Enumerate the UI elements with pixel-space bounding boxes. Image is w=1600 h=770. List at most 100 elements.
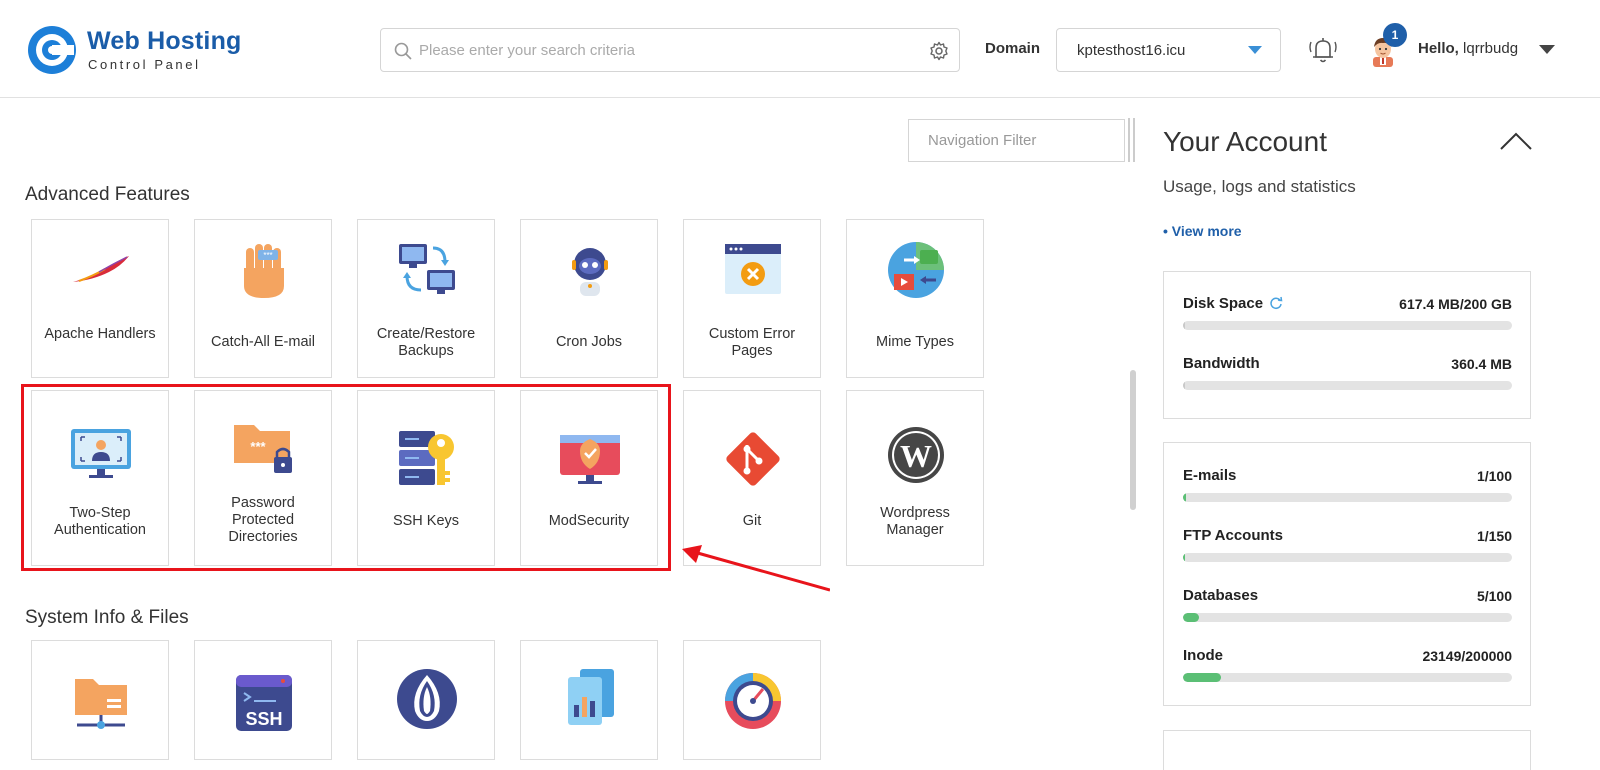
progress-fill xyxy=(1183,553,1186,562)
stat-label: Inode xyxy=(1183,647,1223,664)
progress-fill xyxy=(1183,613,1200,622)
tile-optimize-website[interactable] xyxy=(683,640,821,760)
logo-icon xyxy=(28,26,76,74)
svg-text:***: *** xyxy=(263,251,272,260)
tile-create-restore-backups[interactable]: Create/Restore Backups xyxy=(357,219,495,378)
ssh-terminal-icon: SSH xyxy=(236,675,292,731)
stat-label: Disk Space xyxy=(1183,295,1264,312)
tile-cron-jobs[interactable]: Cron Jobs xyxy=(520,219,658,378)
progress-fill xyxy=(1183,493,1187,502)
stat-inode: Inode 23149/200000 xyxy=(1183,647,1512,687)
stat-databases: Databases 5/100 xyxy=(1183,587,1512,627)
progress-fill xyxy=(1183,381,1185,390)
stat-ftp-accounts: FTP Accounts 1/150 xyxy=(1183,527,1512,567)
stat-disk-space: Disk Space 617.4 MB/200 GB xyxy=(1183,295,1512,335)
tile-custom-error-pages[interactable]: Custom Error Pages xyxy=(683,219,821,378)
apache-feather-icon xyxy=(73,256,129,282)
stat-value: 1/150 xyxy=(1476,528,1512,544)
svg-text:W: W xyxy=(900,438,932,474)
progress-bar xyxy=(1183,613,1512,622)
view-more-link[interactable]: • View more xyxy=(1163,223,1242,239)
refresh-icon[interactable] xyxy=(1269,296,1283,310)
highlight-box xyxy=(21,384,671,571)
wordpress-icon: W xyxy=(888,427,944,483)
git-icon xyxy=(726,432,780,486)
tile-label: Git xyxy=(742,513,762,529)
navigation-filter xyxy=(908,119,1125,162)
resource-usage-box: Disk Space 617.4 MB/200 GB Bandwidth 360… xyxy=(1163,271,1531,419)
tile-label: Create/Restore Backups xyxy=(376,326,476,359)
progress-fill xyxy=(1183,321,1185,330)
bell-icon[interactable] xyxy=(1306,33,1340,67)
domain-select[interactable]: kptesthost16.icu xyxy=(1056,28,1281,72)
network-folder-icon xyxy=(75,679,127,729)
account-sidebar: Your Account Usage, logs and statistics … xyxy=(1163,110,1600,770)
top-header: Web Hosting Control Panel Domain kptesth… xyxy=(0,0,1600,98)
mime-globe-icon xyxy=(888,242,944,298)
tile-wordpress-manager[interactable]: W Wordpress Manager xyxy=(846,390,984,566)
svg-text:SSH: SSH xyxy=(245,709,282,729)
navigation-filter-input[interactable] xyxy=(909,120,1124,161)
account-title: Your Account xyxy=(1163,126,1327,157)
user-menu-chevron-icon[interactable] xyxy=(1539,45,1555,54)
error-page-icon xyxy=(725,244,781,294)
stat-value: 23149/200000 xyxy=(1422,648,1512,664)
hello-prefix: Hello, xyxy=(1418,40,1459,57)
tile-label: Catch-All E-mail xyxy=(211,334,315,350)
stat-label: Databases xyxy=(1183,587,1259,604)
tile-perl-modules[interactable] xyxy=(357,640,495,760)
search-box xyxy=(380,28,960,72)
domain-label: Domain xyxy=(985,40,1041,57)
username: lqrrbudg xyxy=(1463,40,1519,57)
account-limits-box: E-mails 1/100 FTP Accounts 1/150 Databas… xyxy=(1163,442,1531,706)
scrollbar[interactable] xyxy=(1130,370,1136,510)
stat-bandwidth: Bandwidth 360.4 MB xyxy=(1183,355,1512,395)
perl-onion-icon xyxy=(397,669,457,729)
tile-git[interactable]: Git xyxy=(683,390,821,566)
stat-value: 360.4 MB xyxy=(1451,356,1512,372)
notification-badge: 1 xyxy=(1383,23,1407,47)
hand-icon: *** xyxy=(244,244,284,298)
tile-apache-handlers[interactable]: Apache Handlers xyxy=(31,219,169,378)
chevron-down-icon xyxy=(1248,46,1262,54)
tile-label: Wordpress Manager xyxy=(880,505,950,538)
tile-network-folder[interactable] xyxy=(31,640,169,760)
chevron-up-icon[interactable] xyxy=(1499,130,1533,152)
tile-catch-all-email[interactable]: *** Catch-All E-mail xyxy=(194,219,332,378)
section-title-system-info-files: System Info & Files xyxy=(25,607,189,628)
domain-select-value: kptesthost16.icu xyxy=(1077,42,1186,59)
logo[interactable]: Web Hosting Control Panel xyxy=(26,24,266,76)
backup-computers-icon xyxy=(399,244,455,294)
pointer-arrow-icon xyxy=(682,545,830,592)
progress-bar xyxy=(1183,381,1512,390)
gear-icon[interactable] xyxy=(929,41,949,61)
speed-gauge-icon xyxy=(725,673,781,729)
tile-label: Mime Types xyxy=(876,334,954,350)
user-greeting[interactable]: Hello, lqrrbudg xyxy=(1418,40,1518,57)
file-stats-icon xyxy=(568,669,614,725)
tile-label: Apache Handlers xyxy=(44,326,156,342)
progress-bar xyxy=(1183,321,1512,330)
progress-bar xyxy=(1183,673,1512,682)
progress-bar xyxy=(1183,493,1512,502)
section-title-advanced-features: Advanced Features xyxy=(25,184,190,205)
stat-label: Bandwidth xyxy=(1183,355,1260,372)
tile-label: Cron Jobs xyxy=(555,334,623,350)
stat-value: 617.4 MB/200 GB xyxy=(1399,296,1512,312)
stat-label: FTP Accounts xyxy=(1183,527,1284,544)
search-input[interactable] xyxy=(419,29,909,71)
search-icon xyxy=(394,42,412,60)
progress-fill xyxy=(1183,673,1222,682)
stat-value: 1/100 xyxy=(1476,468,1512,484)
tile-label: Custom Error Pages xyxy=(708,326,796,359)
logo-title: Web Hosting xyxy=(87,27,242,55)
tile-file-statistics[interactable] xyxy=(520,640,658,760)
more-stats-box xyxy=(1163,730,1531,770)
resize-handle[interactable] xyxy=(1128,118,1138,162)
tile-mime-types[interactable]: Mime Types xyxy=(846,219,984,378)
stat-label: E-mails xyxy=(1183,467,1237,484)
progress-bar xyxy=(1183,553,1512,562)
robot-icon xyxy=(572,248,608,296)
logo-subtitle: Control Panel xyxy=(88,57,201,72)
tile-ssh-access[interactable]: SSH xyxy=(194,640,332,760)
